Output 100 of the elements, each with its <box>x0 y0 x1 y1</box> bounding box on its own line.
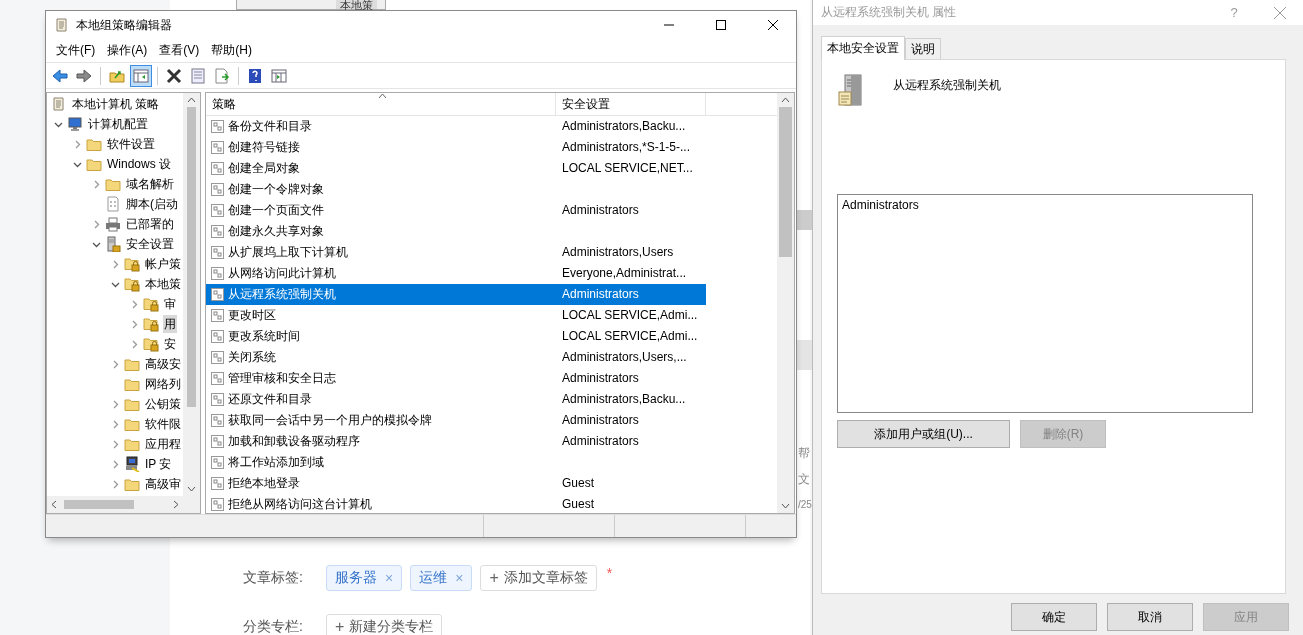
field-label: 文章标签: <box>243 569 304 587</box>
policy-cell[interactable]: 从远程系统强制关机 <box>206 284 556 305</box>
close-icon <box>768 20 778 30</box>
policy-icon <box>210 245 225 260</box>
forward-arrow-icon <box>76 67 92 84</box>
menu-item[interactable]: 查看(V) <box>153 42 206 59</box>
required-mark: * <box>606 565 613 581</box>
policy-cell[interactable]: 从扩展坞上取下计算机 <box>206 242 556 263</box>
panel-toggle-icon <box>133 67 149 84</box>
maximize-icon <box>716 20 726 30</box>
tab[interactable]: 说明 <box>905 38 941 59</box>
add-button[interactable]: + 新建分类专栏 <box>326 614 443 635</box>
network-computer-icon <box>124 456 140 472</box>
policy-cell[interactable]: 拒绝从网络访问这台计算机 <box>206 494 556 513</box>
tree-item[interactable]: 用 <box>163 315 177 333</box>
policy-icon <box>210 119 225 134</box>
policy-cell[interactable]: 将工作站添加到域 <box>206 452 556 473</box>
column-header[interactable]: 策略 <box>206 93 556 115</box>
tree-item[interactable]: Windows 设 <box>106 155 172 173</box>
locked-folder-icon <box>143 336 159 352</box>
policy-icon <box>210 161 225 176</box>
policy-cell[interactable]: 创建一个令牌对象 <box>206 179 556 200</box>
tree-item[interactable]: 审 <box>163 295 177 313</box>
policy-cell[interactable]: 更改时区 <box>206 305 556 326</box>
folder-icon <box>86 156 102 172</box>
column-header[interactable]: 安全设置 <box>556 93 706 115</box>
tag-label: 服务器 <box>335 569 377 587</box>
dialog-title: 从远程系统强制关机 属性 <box>821 4 958 21</box>
policy-icon <box>210 140 225 155</box>
policy-cell[interactable]: 加载和卸载设备驱动程序 <box>206 431 556 452</box>
tree-item[interactable]: 高级审 <box>144 475 182 493</box>
computer-icon <box>67 116 83 132</box>
scrollbar[interactable] <box>777 93 794 513</box>
tree-item[interactable]: 本地策 <box>144 275 182 293</box>
policy-cell[interactable]: 创建全局对象 <box>206 158 556 179</box>
tree-item[interactable]: 公钥策 <box>144 395 182 413</box>
policy-cell[interactable]: 创建一个页面文件 <box>206 200 556 221</box>
policy-icon <box>210 497 225 512</box>
text-fragment: /25 <box>798 498 812 512</box>
policy-icon <box>210 371 225 386</box>
folder-icon <box>86 136 102 152</box>
setting-cell-text: LOCAL SERVICE,NET... <box>561 160 694 177</box>
tree-item[interactable]: 高级安 <box>144 355 182 373</box>
tree-item[interactable]: 安 <box>163 335 177 353</box>
add-button[interactable]: + 添加文章标签 <box>480 565 597 591</box>
list-item[interactable]: Administrators <box>842 198 1248 212</box>
policy-cell[interactable]: 创建符号链接 <box>206 137 556 158</box>
setting-cell-text: Administrators,Users <box>561 244 675 261</box>
policy-icon <box>210 350 225 365</box>
scroll-icon <box>54 17 70 33</box>
help-icon <box>247 67 263 84</box>
tree-item[interactable]: 软件限 <box>144 415 182 433</box>
setting-cell-text: LOCAL SERVICE,Admi... <box>561 328 699 345</box>
tree-item[interactable]: 计算机配置 <box>87 115 149 133</box>
tree-item[interactable]: 应用程 <box>144 435 182 453</box>
menu-item[interactable]: 文件(F) <box>50 42 102 59</box>
scroll-icon <box>51 96 67 112</box>
policy-cell[interactable]: 关闭系统 <box>206 347 556 368</box>
policy-cell[interactable]: 管理审核和安全日志 <box>206 368 556 389</box>
setting-cell-text: Administrators <box>561 202 640 219</box>
text-fragment: 文 <box>798 471 811 488</box>
setting-cell-text: Guest <box>561 496 595 513</box>
policy-cell[interactable]: 从网络访问此计算机 <box>206 263 556 284</box>
policy-icon <box>210 287 225 302</box>
tree-item[interactable]: 本地计算机 策略 <box>71 95 161 113</box>
policy-cell[interactable]: 获取同一会话中另一个用户的模拟令牌 <box>206 410 556 431</box>
policy-icon <box>210 182 225 197</box>
member-list[interactable]: Administrators <box>837 194 1253 413</box>
policy-icon <box>210 203 225 218</box>
setting-cell-text: Everyone,Administrat... <box>561 265 688 282</box>
tree-item[interactable]: 安全设置 <box>125 235 175 253</box>
scrollbar[interactable] <box>47 496 200 513</box>
tree-item[interactable]: 域名解析 <box>125 175 175 193</box>
menu-item[interactable]: 操作(A) <box>101 42 154 59</box>
delete-icon <box>166 67 182 84</box>
scrollbar[interactable] <box>183 93 200 496</box>
folder-icon <box>105 176 121 192</box>
policy-cell[interactable]: 拒绝本地登录 <box>206 473 556 494</box>
button[interactable]: 确定 <box>1011 603 1097 631</box>
setting-cell-text: Administrators <box>561 370 640 387</box>
window-title: 本地组策略编辑器 <box>76 16 173 34</box>
tree-item[interactable]: 已部署的 <box>125 215 175 233</box>
button[interactable]: 取消 <box>1107 603 1193 631</box>
setting-cell-text: LOCAL SERVICE,Admi... <box>561 307 699 324</box>
policy-cell[interactable]: 还原文件和目录 <box>206 389 556 410</box>
button[interactable]: 添加用户或组(U)... <box>837 420 1010 448</box>
policy-cell[interactable]: 更改系统时间 <box>206 326 556 347</box>
setting-cell-text: Administrators,Backu... <box>561 118 687 135</box>
tree-item[interactable]: 帐户策 <box>144 255 182 273</box>
text-fragment: 帮 <box>798 445 811 462</box>
tree-item[interactable]: 网络列 <box>144 375 182 393</box>
setting-cell-text: Administrators,Users,... <box>561 349 688 366</box>
tree-item[interactable]: 脚本(启动 <box>125 195 179 213</box>
script-icon <box>105 196 121 212</box>
menu-item[interactable]: 帮助(H) <box>205 42 258 59</box>
tree-item[interactable]: 软件设置 <box>106 135 156 153</box>
policy-cell[interactable]: 备份文件和目录 <box>206 116 556 137</box>
tree-item[interactable]: IP 安 <box>144 455 173 473</box>
policy-cell[interactable]: 创建永久共享对象 <box>206 221 556 242</box>
tab[interactable]: 本地安全设置 <box>821 36 905 60</box>
